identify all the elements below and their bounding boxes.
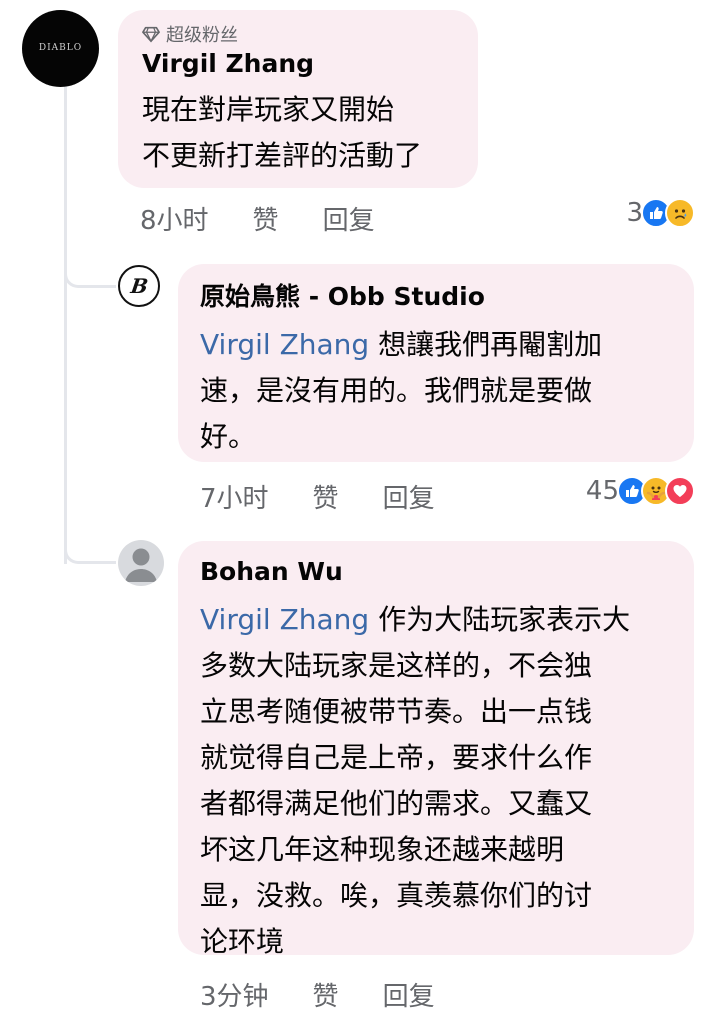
reaction-count: 45 (585, 476, 619, 506)
comment-author[interactable]: Virgil Zhang (142, 47, 456, 81)
thread-connector-elbow (64, 534, 116, 564)
diablo-logo-avatar: DIABLO (38, 43, 83, 53)
like-button[interactable]: 赞 (313, 478, 339, 515)
like-button[interactable]: 赞 (313, 976, 339, 1013)
comment-line: 多数大陆玩家是这样的，不会独 (200, 649, 593, 682)
comment-bubble: Bohan Wu Virgil Zhang 作为大陆玩家表示大 多数大陆玩家是这… (178, 541, 694, 958)
comment-text: Virgil Zhang 想讓我們再閹割加 速，是沒有用的。我們就是要做 好。 (200, 322, 672, 460)
comment-line: 好。 (200, 420, 257, 453)
comment-timestamp[interactable]: 8小时 (140, 200, 209, 237)
love-icon (665, 476, 695, 506)
reaction-summary[interactable]: 45 (586, 476, 695, 506)
thread-connector-elbow (64, 258, 116, 288)
comment-timestamp[interactable]: 3分钟 (200, 976, 269, 1013)
reply-button[interactable]: 回复 (323, 200, 375, 237)
comment-timestamp[interactable]: 7小时 (200, 478, 269, 515)
comment-actions: 7小时 赞 回复 (200, 478, 479, 515)
comment-bubble: 原始鳥熊 - Obb Studio Virgil Zhang 想讓我們再閹割加 … (178, 264, 694, 462)
comment-author[interactable]: Bohan Wu (200, 555, 672, 589)
comment-line: 不更新打差評的活動了 (142, 139, 423, 172)
mention-link[interactable]: Virgil Zhang (200, 328, 369, 361)
avatar-obb-studio[interactable]: B (118, 265, 160, 307)
comment-line: Virgil Zhang 作为大陆玩家表示大 (200, 603, 631, 636)
comment-line: 立思考随便被带节奏。出一点钱 (200, 695, 593, 728)
reaction-summary[interactable]: 3 (626, 198, 695, 228)
badge-label: 超级粉丝 (166, 25, 238, 46)
comment-line: 显，没救。唉，真羡慕你们的讨 (200, 879, 593, 912)
comment-line: 者都得满足他们的需求。又蠢又 (200, 787, 593, 820)
avatar-bohan-wu[interactable] (118, 540, 164, 586)
mention-link[interactable]: Virgil Zhang (200, 603, 369, 636)
comment-line: Virgil Zhang 想讓我們再閹割加 (200, 328, 603, 361)
obb-logo-avatar: B (128, 274, 150, 298)
comment-bubble: 超级粉丝 Virgil Zhang 現在對岸玩家又開始 不更新打差評的活動了 (118, 10, 478, 188)
comment-line: 论环境 (200, 925, 285, 958)
thread-connector-line (64, 86, 67, 564)
comment-actions: 3分钟 赞 回复 (200, 976, 479, 1013)
comment-line: 速，是沒有用的。我們就是要做 (200, 374, 593, 407)
comment-author[interactable]: 原始鳥熊 - Obb Studio (200, 280, 672, 314)
sad-icon (665, 198, 695, 228)
reply-button[interactable]: 回复 (383, 478, 435, 515)
like-button[interactable]: 赞 (253, 200, 279, 237)
comment-actions: 8小时 赞 回复 (140, 200, 419, 237)
top-fan-badge: 超级粉丝 (142, 21, 456, 47)
comment-line: 現在對岸玩家又開始 (142, 93, 395, 126)
comment-line: 就觉得自己是上帝，要求什么作 (200, 741, 593, 774)
comment-line: 坏这几年这种现象还越来越明 (200, 833, 565, 866)
diamond-icon (142, 26, 160, 43)
default-user-avatar (125, 548, 157, 582)
reply-button[interactable]: 回复 (383, 976, 435, 1013)
comment-text: Virgil Zhang 作为大陆玩家表示大 多数大陆玩家是这样的，不会独 立思… (200, 597, 672, 965)
comment-text: 現在對岸玩家又開始 不更新打差評的活動了 (142, 87, 456, 179)
avatar-virgil-zhang[interactable]: DIABLO (22, 10, 99, 87)
